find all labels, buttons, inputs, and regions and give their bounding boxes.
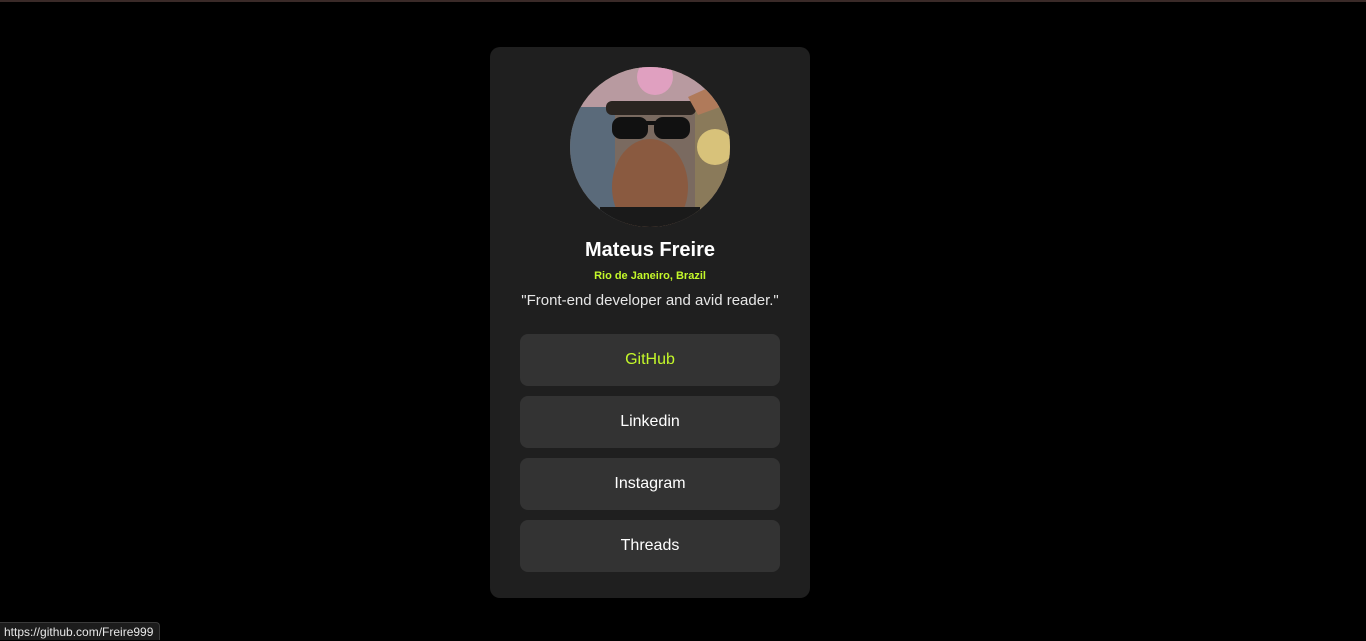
profile-location: Rio de Janeiro, Brazil xyxy=(594,270,706,282)
profile-bio: "Front-end developer and avid reader." xyxy=(521,292,779,309)
avatar xyxy=(570,67,730,227)
instagram-link-button[interactable]: Instagram xyxy=(520,458,780,510)
linkedin-link-button[interactable]: Linkedin xyxy=(520,396,780,448)
github-link-button[interactable]: GitHub xyxy=(520,334,780,386)
social-links: GitHub Linkedin Instagram Threads xyxy=(520,334,780,582)
status-bar-url: https://github.com/Freire999 xyxy=(0,622,161,640)
window-top-border xyxy=(0,0,1366,2)
profile-name: Mateus Freire xyxy=(584,239,716,261)
profile-card: Mateus Freire Rio de Janeiro, Brazil "Fr… xyxy=(490,47,810,598)
threads-link-button[interactable]: Threads xyxy=(520,520,780,572)
